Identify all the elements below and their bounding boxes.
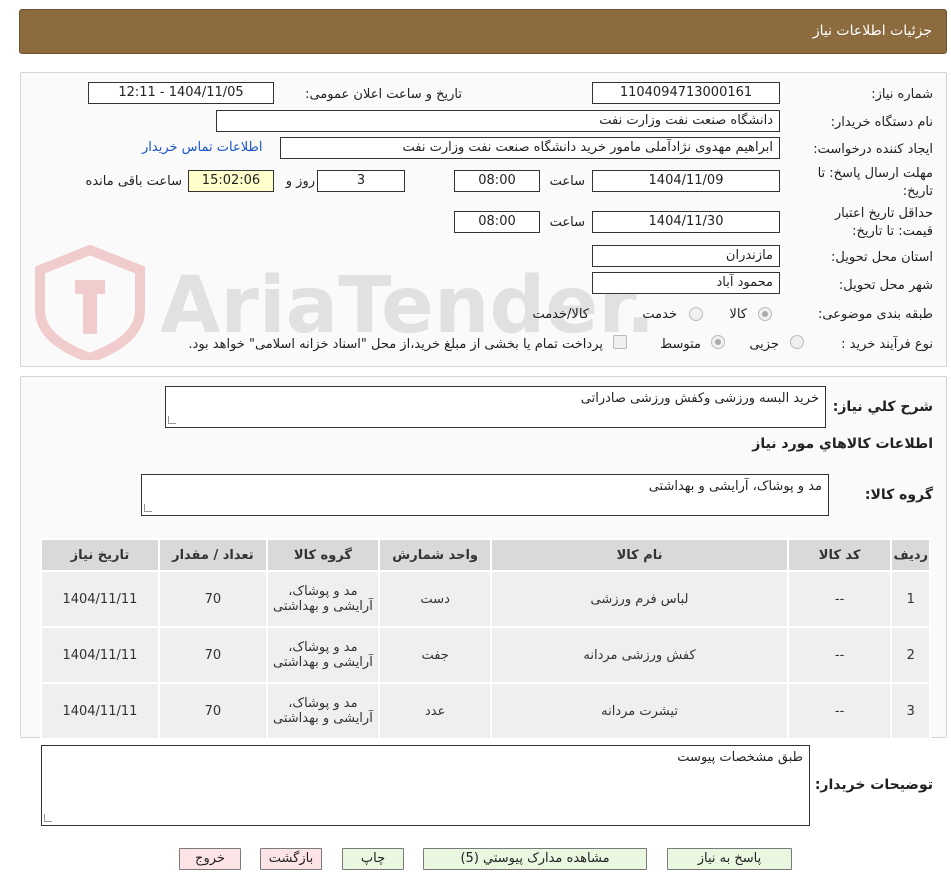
cell-quantity: 70 [157,626,268,684]
cell-item-code: -- [786,570,893,628]
city-label: شهر محل تحویل: [838,278,933,293]
process-option-medium: متوسط [660,337,701,352]
validity-label: حداقل تاریخ اعتبار [834,206,933,221]
creator-label: ایجاد کننده درخواست: [813,142,933,157]
cell-unit: عدد [377,682,493,740]
category-option-goods-service: کالا/خدمت [532,307,589,322]
col-need-date: تاریخ نیاز [40,538,160,572]
goods-info-title: اطلاعات کالاهاي مورد نياز [752,436,933,452]
col-unit: واحد شمارش [377,538,493,572]
cell-unit: جفت [377,626,493,684]
process-option-minor: جزیی [749,337,779,352]
cell-item-name: لباس فرم ورزشی [490,570,789,628]
goods-group-label: گروه کالا: [864,487,933,503]
validity-time-field: 08:00 [454,211,540,233]
cell-need-date: 1404/11/11 [40,570,160,628]
cell-row-number: 1 [890,570,931,628]
province-field: مازندران [592,245,780,267]
city-field: محمود آباد [592,272,780,294]
cell-unit: دست [377,570,493,628]
page-header: جزئیات اطلاعات نیاز [19,9,947,54]
buyer-contact-link[interactable]: اطلاعات تماس خریدار [142,140,262,155]
reply-time-field: 08:00 [454,170,540,192]
treasury-payment-checkbox[interactable] [613,335,627,349]
table-row: 1 -- لباس فرم ورزشی دست مد و پوشاک، آرای… [40,570,931,628]
remaining-time-label: ساعت باقی مانده [85,174,182,189]
validity-time-label: ساعت [549,215,585,230]
buyer-notes-label: توضیحات خریدار: [814,777,933,793]
cell-row-number: 2 [890,626,931,684]
reply-date-field: 1404/11/09 [592,170,780,192]
province-label: استان محل تحویل: [831,250,933,265]
announce-datetime-label: تاریخ و ساعت اعلان عمومی: [305,87,462,102]
cell-item-code: -- [786,626,893,684]
summary-textarea[interactable]: خرید البسه ورزشی وکفش ورزشی صادراتی [165,386,826,428]
cell-item-name: تیشرت مردانه [490,682,789,740]
table-row: 2 -- کفش ورزشی مردانه جفت مد و پوشاک، آر… [40,626,931,684]
validity-date-field: 1404/11/30 [592,211,780,233]
need-number-field: 1104094713000161 [592,82,780,104]
cell-item-name: کفش ورزشی مردانه [490,626,789,684]
category-label: طبقه بندی موضوعی: [817,307,933,322]
category-option-service: خدمت [642,307,677,322]
col-quantity: تعداد / مقدار [157,538,268,572]
summary-label: شرح کلي نياز: [832,399,933,415]
summary-resize-grip[interactable] [168,416,176,424]
buyer-org-field: دانشگاه صنعت نفت وزارت نفت [216,110,780,132]
creator-field: ابراهیم مهدوی نژادآملی مامور خرید دانشگا… [280,137,780,159]
table-row: 3 -- تیشرت مردانه عدد مد و پوشاک، آرایشی… [40,682,931,740]
col-row-number: ردیف [890,538,931,572]
category-radio-service[interactable] [689,307,703,321]
process-radio-minor[interactable] [790,335,804,349]
announce-datetime-field: 1404/11/05 - 12:11 [88,82,274,104]
print-button[interactable]: چاپ [342,848,404,870]
cell-item-group: مد و پوشاک، آرایشی و بهداشتی [265,570,380,628]
col-item-code: کد کالا [786,538,893,572]
process-label: نوع فرآیند خرید : [841,337,933,352]
buyer-notes-resize-grip[interactable] [44,814,52,822]
goods-group-textarea[interactable]: مد و پوشاک، آرایشی و بهداشتی [141,474,829,516]
exit-button[interactable]: خروج [179,848,241,870]
cell-need-date: 1404/11/11 [40,626,160,684]
col-item-name: نام کالا [490,538,789,572]
category-radio-goods[interactable] [758,307,772,321]
category-option-goods: کالا [729,307,747,322]
goods-group-resize-grip[interactable] [144,504,152,512]
reply-deadline-label: مهلت ارسال پاسخ: تا [817,166,933,181]
page-title: جزئیات اطلاعات نیاز [812,23,932,39]
process-radio-medium[interactable] [711,335,725,349]
cell-need-date: 1404/11/11 [40,682,160,740]
cell-quantity: 70 [157,682,268,740]
cell-quantity: 70 [157,570,268,628]
buyer-notes-textarea[interactable]: طبق مشخصات پیوست [41,745,810,826]
view-attachments-button[interactable]: مشاهده مدارک پیوستي (5) [423,848,647,870]
validity-label-2: قیمت: تا تاریخ: [852,224,933,239]
items-table: ردیف کد کالا نام کالا واحد شمارش گروه کا… [40,538,931,740]
cell-item-code: -- [786,682,893,740]
buyer-org-label: نام دستگاه خریدار: [830,115,933,130]
back-button[interactable]: بازگشت [260,848,322,870]
remaining-time-field: 15:02:06 [188,170,274,192]
reply-to-need-button[interactable]: پاسخ به نیاز [667,848,792,870]
days-label: روز و [285,174,315,189]
reply-time-label: ساعت [549,174,585,189]
cell-row-number: 3 [890,682,931,740]
cell-item-group: مد و پوشاک، آرایشی و بهداشتی [265,682,380,740]
days-remaining-field: 3 [317,170,405,192]
cell-item-group: مد و پوشاک، آرایشی و بهداشتی [265,626,380,684]
table-header-row: ردیف کد کالا نام کالا واحد شمارش گروه کا… [40,538,931,572]
treasury-payment-note: پرداخت تمام یا بخشی از مبلغ خرید،از محل … [188,337,603,352]
col-item-group: گروه کالا [265,538,380,572]
need-number-label: شماره نیاز: [871,87,933,102]
reply-deadline-label-2: تاریخ: [902,184,933,199]
